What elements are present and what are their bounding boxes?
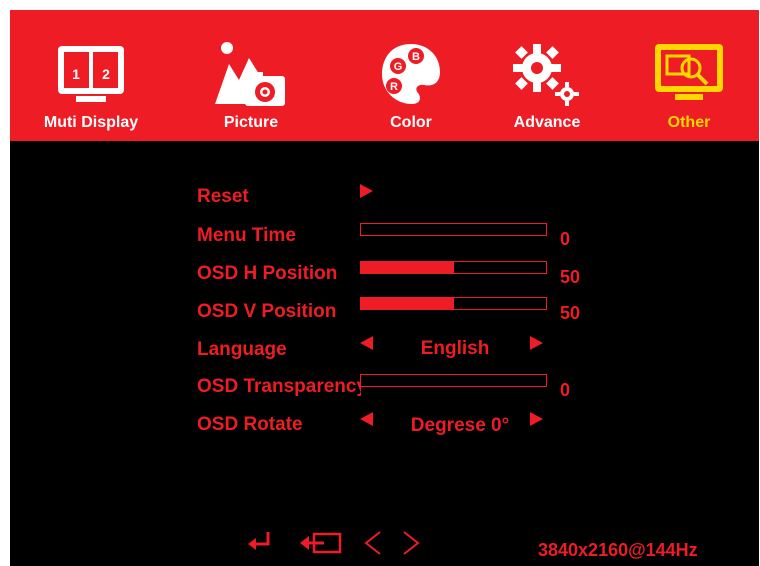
osd-transparency-slider[interactable] [360, 374, 547, 387]
svg-text:1: 1 [72, 66, 80, 82]
tab-label: Advance [513, 114, 581, 131]
tab-label: Color [390, 114, 432, 131]
tab-bar: 1 2 Muti Display Picture G B R Color Adv… [10, 10, 759, 141]
osd-v-position-label[interactable]: OSD V Position [197, 301, 367, 323]
osd-rotate-label[interactable]: OSD Rotate [197, 414, 367, 436]
language-value: English [420, 338, 490, 359]
osd-h-position-label[interactable]: OSD H Position [197, 263, 367, 285]
menu-time-label[interactable]: Menu Time [197, 225, 367, 247]
monitor-search-icon [655, 44, 723, 100]
osd-v-position-value: 50 [560, 303, 581, 323]
gears-icon [513, 44, 579, 106]
enter-icon[interactable] [246, 530, 276, 554]
tab-advance[interactable]: Advance [477, 10, 617, 141]
slider-fill [361, 298, 454, 309]
tab-label: Muti Display [43, 114, 139, 131]
language-label[interactable]: Language [197, 339, 367, 361]
osd-transparency-value: 0 [560, 380, 571, 400]
menu-time-slider[interactable] [360, 223, 547, 236]
chevron-right-icon[interactable] [400, 530, 422, 556]
multi-display-icon: 1 2 [58, 46, 124, 102]
resolution-status: 3840x2160@144Hz [538, 540, 698, 560]
exit-icon[interactable] [300, 530, 344, 556]
osd-h-position-value: 50 [560, 267, 581, 287]
reset-label[interactable]: Reset [197, 186, 367, 208]
tab-multi-display[interactable]: 1 2 Muti Display [21, 10, 161, 141]
svg-text:2: 2 [102, 66, 110, 82]
language-next-icon[interactable] [530, 336, 543, 350]
osd-rotate-value: Degrese 0° [410, 415, 510, 436]
color-palette-icon: G B R [382, 44, 440, 104]
rotate-prev-icon[interactable] [360, 412, 373, 426]
svg-text:B: B [412, 51, 420, 63]
osd-menu: 1 2 Muti Display Picture G B R Color Adv… [10, 10, 759, 566]
menu-time-value: 0 [560, 229, 571, 249]
tab-other[interactable]: Other [619, 10, 759, 141]
osd-transparency-label[interactable]: OSD Transparency [197, 376, 361, 398]
tab-label: Picture [223, 114, 279, 131]
reset-arrow-icon[interactable] [360, 184, 373, 198]
tab-picture[interactable]: Picture [181, 10, 321, 141]
language-prev-icon[interactable] [360, 336, 373, 350]
rotate-next-icon[interactable] [530, 412, 543, 426]
chevron-left-icon[interactable] [362, 530, 384, 556]
tab-label: Other [667, 114, 711, 131]
picture-icon [215, 42, 285, 106]
tab-color[interactable]: G B R Color [341, 10, 481, 141]
slider-fill [361, 262, 454, 273]
svg-text:R: R [390, 81, 398, 93]
svg-text:G: G [394, 61, 403, 73]
osd-h-position-slider[interactable] [360, 261, 547, 274]
osd-v-position-slider[interactable] [360, 297, 547, 310]
